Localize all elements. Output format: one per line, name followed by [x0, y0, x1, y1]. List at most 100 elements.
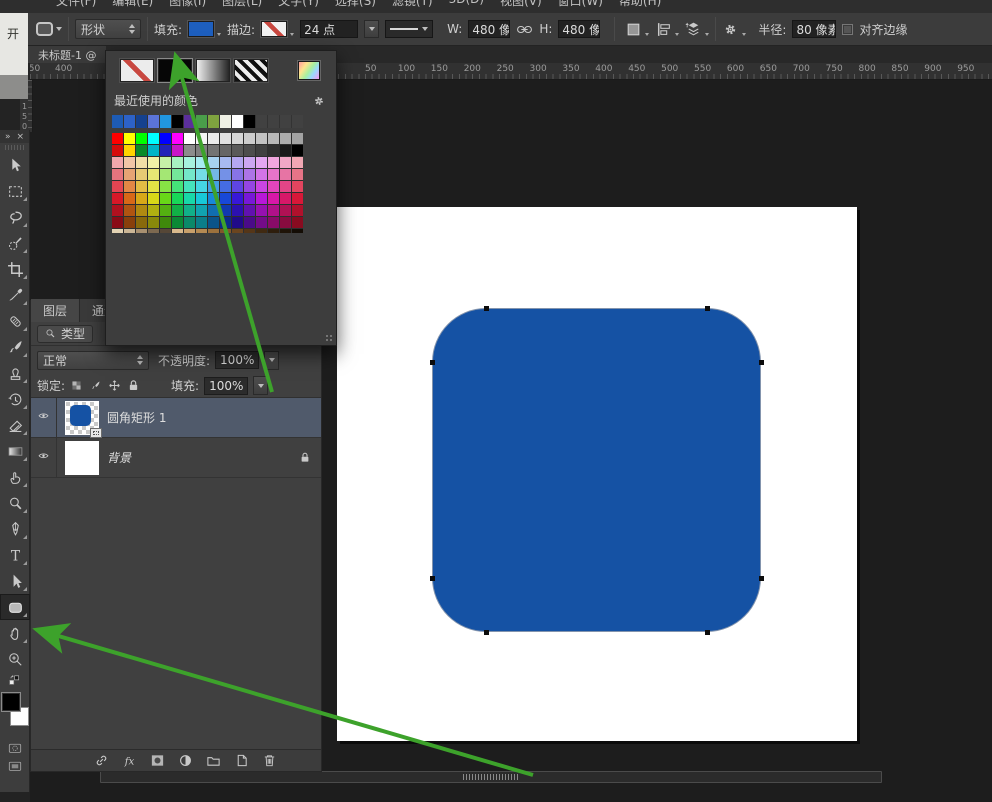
color-swatch[interactable] — [184, 205, 195, 216]
menu-item[interactable]: 图层(L) — [222, 0, 262, 9]
color-swatch[interactable] — [136, 205, 147, 216]
color-swatch[interactable] — [244, 133, 255, 144]
recent-color-swatch[interactable] — [232, 115, 243, 128]
color-swatch[interactable] — [208, 193, 219, 204]
move-tool[interactable] — [0, 152, 30, 178]
color-swatch[interactable] — [196, 217, 207, 228]
gradient-button[interactable] — [196, 59, 230, 82]
color-swatch[interactable] — [280, 157, 291, 168]
color-swatch[interactable] — [112, 157, 123, 168]
color-swatch[interactable] — [208, 145, 219, 156]
recent-color-swatch[interactable] — [136, 115, 147, 128]
lock-all-icon[interactable] — [127, 379, 140, 392]
color-swatch[interactable] — [232, 145, 243, 156]
color-swatch[interactable] — [280, 169, 291, 180]
color-swatch[interactable] — [196, 169, 207, 180]
layer-filter-kind[interactable]: 类型 — [37, 325, 93, 343]
color-swatch[interactable] — [184, 217, 195, 228]
menu-item[interactable]: 文件(F) — [56, 0, 96, 9]
clone-stamp-tool[interactable] — [0, 360, 30, 386]
color-swatch[interactable] — [244, 145, 255, 156]
color-swatch[interactable] — [196, 157, 207, 168]
color-swatch[interactable] — [112, 193, 123, 204]
color-swatch[interactable] — [148, 181, 159, 192]
color-swatch[interactable] — [124, 133, 135, 144]
width-field[interactable]: 480 像素 — [468, 20, 510, 38]
color-swatch[interactable] — [112, 133, 123, 144]
color-swatch[interactable] — [256, 205, 267, 216]
smudge-tool[interactable] — [0, 464, 30, 490]
color-swatch[interactable] — [232, 133, 243, 144]
color-swatch[interactable] — [160, 193, 171, 204]
geometry-options-button[interactable] — [722, 21, 746, 38]
color-swatch[interactable] — [184, 157, 195, 168]
color-swatch[interactable] — [208, 133, 219, 144]
path-operations-button[interactable] — [625, 21, 649, 38]
menu-item[interactable]: 3D(D) — [449, 0, 484, 9]
zoom-tool[interactable] — [0, 646, 30, 672]
color-swatch[interactable] — [184, 181, 195, 192]
color-swatch[interactable] — [184, 169, 195, 180]
color-swatch[interactable] — [124, 193, 135, 204]
color-swatch[interactable] — [172, 169, 183, 180]
color-swatch[interactable] — [208, 217, 219, 228]
menu-item[interactable]: 帮助(H) — [619, 0, 661, 9]
path-anchor-point[interactable] — [759, 360, 764, 365]
menu-item[interactable]: 滤镜(T) — [392, 0, 433, 9]
stroke-color-button[interactable] — [261, 21, 294, 37]
blend-mode-select[interactable]: 正常 — [37, 351, 149, 370]
pen-tool[interactable] — [0, 516, 30, 542]
menu-item[interactable]: 选择(S) — [335, 0, 376, 9]
color-swatch[interactable] — [112, 229, 123, 233]
color-swatch[interactable] — [292, 181, 303, 192]
color-swatch[interactable] — [232, 205, 243, 216]
color-swatch[interactable] — [148, 157, 159, 168]
path-anchor-point[interactable] — [484, 630, 489, 635]
color-swatch[interactable] — [136, 217, 147, 228]
path-anchor-point[interactable] — [705, 630, 710, 635]
color-swatch[interactable] — [244, 217, 255, 228]
recent-color-swatch[interactable] — [172, 115, 183, 128]
color-swatch[interactable] — [268, 157, 279, 168]
height-field[interactable]: 480 像素 — [558, 20, 600, 38]
tab-layers[interactable]: 图层 — [31, 299, 80, 322]
dodge-tool[interactable] — [0, 490, 30, 516]
color-swatch[interactable] — [256, 169, 267, 180]
color-swatch[interactable] — [172, 217, 183, 228]
color-swatch[interactable] — [220, 229, 231, 233]
path-anchor-point[interactable] — [705, 306, 710, 311]
color-swatch[interactable] — [136, 157, 147, 168]
recent-color-swatch[interactable] — [244, 115, 255, 128]
color-swatch[interactable] — [268, 217, 279, 228]
new-layer-icon[interactable] — [233, 753, 250, 768]
path-select-tool[interactable] — [0, 568, 30, 594]
color-swatch[interactable] — [124, 145, 135, 156]
color-swatch[interactable] — [220, 181, 231, 192]
color-swatch[interactable] — [184, 145, 195, 156]
link-dimensions-icon[interactable] — [516, 21, 533, 38]
color-swatch[interactable] — [280, 193, 291, 204]
layer-visibility-toggle[interactable] — [31, 398, 57, 437]
tool-mode-select[interactable]: 形状 — [75, 19, 141, 39]
color-swatch[interactable] — [244, 229, 255, 233]
layer-row-rounded-rectangle[interactable]: 圆角矩形 1 — [31, 398, 321, 438]
color-swatch[interactable] — [172, 193, 183, 204]
delete-layer-icon[interactable] — [261, 753, 278, 768]
color-swatch[interactable] — [244, 169, 255, 180]
color-swatch[interactable] — [220, 145, 231, 156]
color-swatch[interactable] — [172, 145, 183, 156]
recent-color-swatch[interactable] — [160, 115, 171, 128]
color-swatch[interactable] — [292, 205, 303, 216]
color-swatch[interactable] — [268, 169, 279, 180]
pattern-button[interactable] — [234, 59, 268, 82]
recent-color-swatch[interactable] — [196, 115, 207, 128]
layer-visibility-toggle[interactable] — [31, 438, 57, 477]
panel-grip[interactable] — [5, 145, 24, 150]
color-swatch[interactable] — [292, 157, 303, 168]
layer-row-background[interactable]: 背景 — [31, 438, 321, 478]
color-swatch[interactable] — [112, 169, 123, 180]
color-swatch[interactable] — [124, 205, 135, 216]
color-swatch[interactable] — [232, 229, 243, 233]
eraser-tool[interactable] — [0, 412, 30, 438]
adjustment-layer-icon[interactable] — [177, 753, 194, 768]
